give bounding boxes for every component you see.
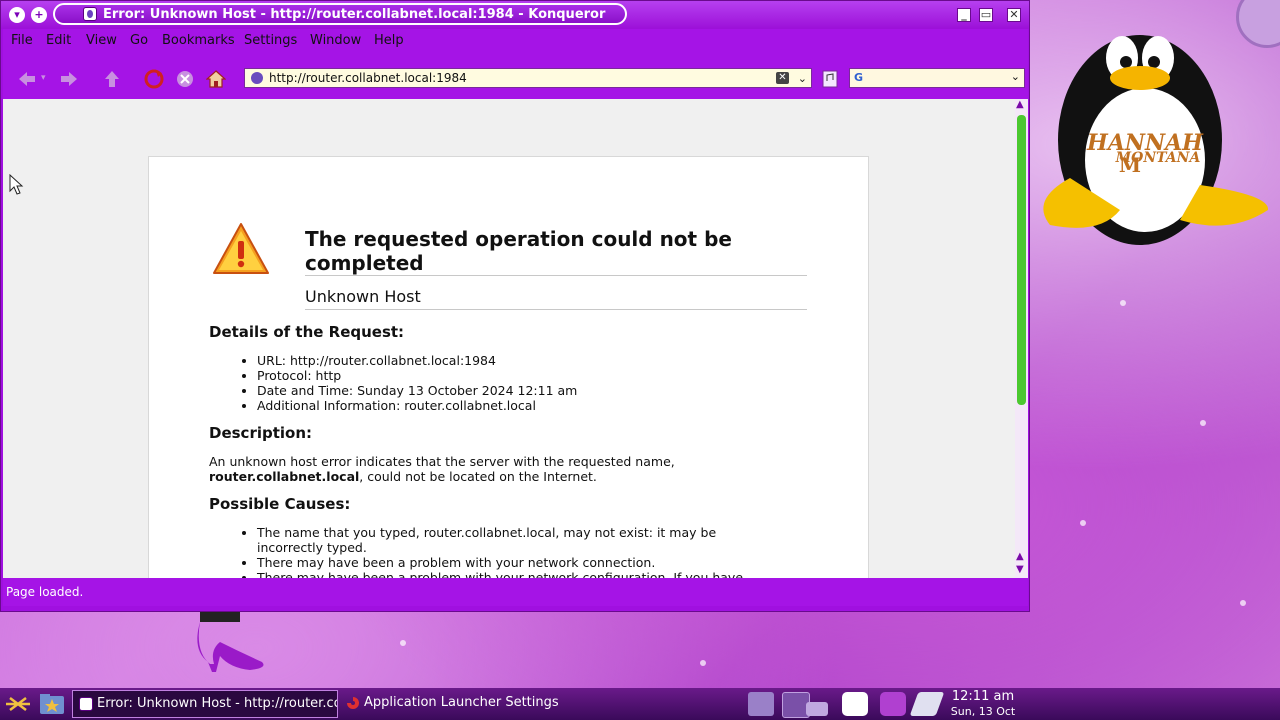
up-arrow-icon[interactable] — [102, 69, 122, 89]
settings-swirl-icon — [347, 697, 359, 709]
detail-url: URL: http://router.collabnet.local:1984 — [257, 353, 577, 368]
clock-time: 12:11 am — [951, 689, 1015, 704]
url-text: http://router.collabnet.local:1984 — [269, 71, 467, 85]
konqueror-window: ▾ + Error: Unknown Host - http://router.… — [0, 0, 1030, 612]
pager-desktop-3-icon[interactable] — [806, 702, 828, 716]
error-page: The requested operation could not be com… — [148, 156, 869, 578]
cause-item: The name that you typed, router.collabne… — [257, 525, 777, 555]
close-button[interactable]: ✕ — [1007, 8, 1021, 22]
causes-list: The name that you typed, router.collabne… — [209, 525, 777, 578]
details-list: URL: http://router.collabnet.local:1984 … — [209, 353, 577, 413]
status-bar: Page loaded. — [3, 578, 1028, 606]
toolbar: ▾ http://router.collabnet.local:1984 ✕ ⌄… — [3, 53, 1028, 99]
maximize-button[interactable]: ▭ — [979, 8, 993, 22]
desktop-sparkle — [400, 640, 406, 646]
detail-additional-info: Additional Information: router.collabnet… — [257, 398, 577, 413]
task-konqueror-label: Error: Unknown Host - http://router.co — [97, 696, 338, 711]
google-search-icon[interactable]: G — [854, 71, 863, 84]
tux-penguin-wallpaper: HANNAH MONTANA M — [1043, 35, 1269, 245]
home-folder-icon[interactable] — [38, 691, 66, 717]
scroll-up-icon[interactable]: ▲ — [1016, 551, 1024, 562]
details-title: Details of the Request: — [209, 323, 405, 341]
warning-icon — [213, 223, 269, 274]
sticky-pin-icon[interactable]: + — [31, 7, 47, 23]
description-pre: An unknown host error indicates that the… — [209, 454, 675, 469]
printer-icon[interactable] — [880, 692, 906, 716]
minimize-button[interactable]: _ — [957, 8, 971, 22]
clear-location-icon[interactable]: ✕ — [776, 72, 789, 84]
menu-bar: File Edit View Go Bookmarks Settings Win… — [3, 29, 1028, 53]
cause-item: There may have been a problem with your … — [257, 570, 777, 578]
task-app-launcher-label: Application Launcher Settings — [364, 695, 559, 710]
web-search-box[interactable]: G ⌄ — [849, 68, 1025, 88]
shoe-wallpaper-decoration — [197, 612, 264, 672]
menu-view[interactable]: View — [86, 33, 117, 48]
pager-desktop-1-icon[interactable] — [748, 692, 774, 716]
taskbar: Error: Unknown Host - http://router.co A… — [0, 688, 1280, 720]
konqueror-icon — [83, 7, 97, 21]
detail-datetime: Date and Time: Sunday 13 October 2024 12… — [257, 383, 577, 398]
menu-go[interactable]: Go — [130, 33, 148, 48]
scroll-up-icon[interactable]: ▲ — [1016, 99, 1024, 110]
desktop-sparkle — [1200, 420, 1206, 426]
stop-icon[interactable] — [175, 69, 195, 89]
vertical-scrollbar[interactable]: ▲ ▲ ▼ — [1015, 99, 1028, 578]
detail-protocol: Protocol: http — [257, 368, 577, 383]
home-icon[interactable] — [206, 69, 226, 89]
reload-icon[interactable] — [144, 69, 164, 89]
forward-arrow-icon[interactable] — [59, 69, 79, 89]
desktop-sparkle — [1240, 600, 1246, 606]
error-heading: The requested operation could not be com… — [305, 227, 807, 276]
back-dropdown-icon[interactable]: ▾ — [41, 73, 46, 83]
task-app-launcher-settings[interactable]: Application Launcher Settings — [340, 690, 604, 718]
search-dropdown-icon[interactable]: ⌄ — [1011, 70, 1020, 83]
clipboard-icon[interactable] — [842, 692, 868, 716]
site-favicon-icon — [251, 72, 263, 84]
error-subheading: Unknown Host — [305, 287, 807, 310]
menu-window[interactable]: Window — [310, 33, 361, 48]
app-launcher-icon[interactable] — [4, 694, 32, 714]
desktop-sparkle — [700, 660, 706, 666]
clock-date: Sun, 13 Oct — [950, 705, 1016, 718]
window-title: Error: Unknown Host - http://router.coll… — [53, 3, 627, 25]
task-konqueror[interactable]: Error: Unknown Host - http://router.co — [72, 690, 338, 718]
menu-file[interactable]: File — [11, 33, 33, 48]
description-post: , could not be located on the Internet. — [359, 469, 597, 484]
konqueror-icon — [79, 697, 93, 711]
bookmark-page-icon[interactable] — [821, 69, 839, 89]
window-menu-icon[interactable]: ▾ — [9, 7, 25, 23]
back-arrow-icon[interactable] — [17, 69, 37, 89]
causes-title: Possible Causes: — [209, 495, 351, 513]
scroll-down-icon[interactable]: ▼ — [1016, 564, 1024, 575]
cause-item: There may have been a problem with your … — [257, 555, 777, 570]
location-dropdown-icon[interactable]: ⌄ — [798, 70, 807, 88]
menu-settings[interactable]: Settings — [244, 33, 297, 48]
location-bar[interactable]: http://router.collabnet.local:1984 ✕ ⌄ — [244, 68, 812, 88]
menu-help[interactable]: Help — [374, 33, 404, 48]
clock[interactable]: 12:11 am Sun, 13 Oct — [946, 689, 1020, 718]
menu-edit[interactable]: Edit — [46, 33, 71, 48]
description-host: router.collabnet.local — [209, 469, 360, 484]
page-viewport[interactable]: The requested operation could not be com… — [3, 99, 1015, 578]
desktop-sparkle — [1080, 520, 1086, 526]
svg-text:M: M — [1119, 153, 1141, 177]
scroll-thumb[interactable] — [1017, 115, 1026, 405]
mouse-cursor-icon — [9, 174, 24, 195]
description-text: An unknown host error indicates that the… — [209, 454, 699, 484]
title-bar[interactable]: ▾ + Error: Unknown Host - http://router.… — [1, 1, 1029, 29]
eraser-icon[interactable] — [909, 692, 945, 716]
description-title: Description: — [209, 424, 313, 442]
desktop-sparkle — [1120, 300, 1126, 306]
menu-bookmarks[interactable]: Bookmarks — [162, 33, 235, 48]
